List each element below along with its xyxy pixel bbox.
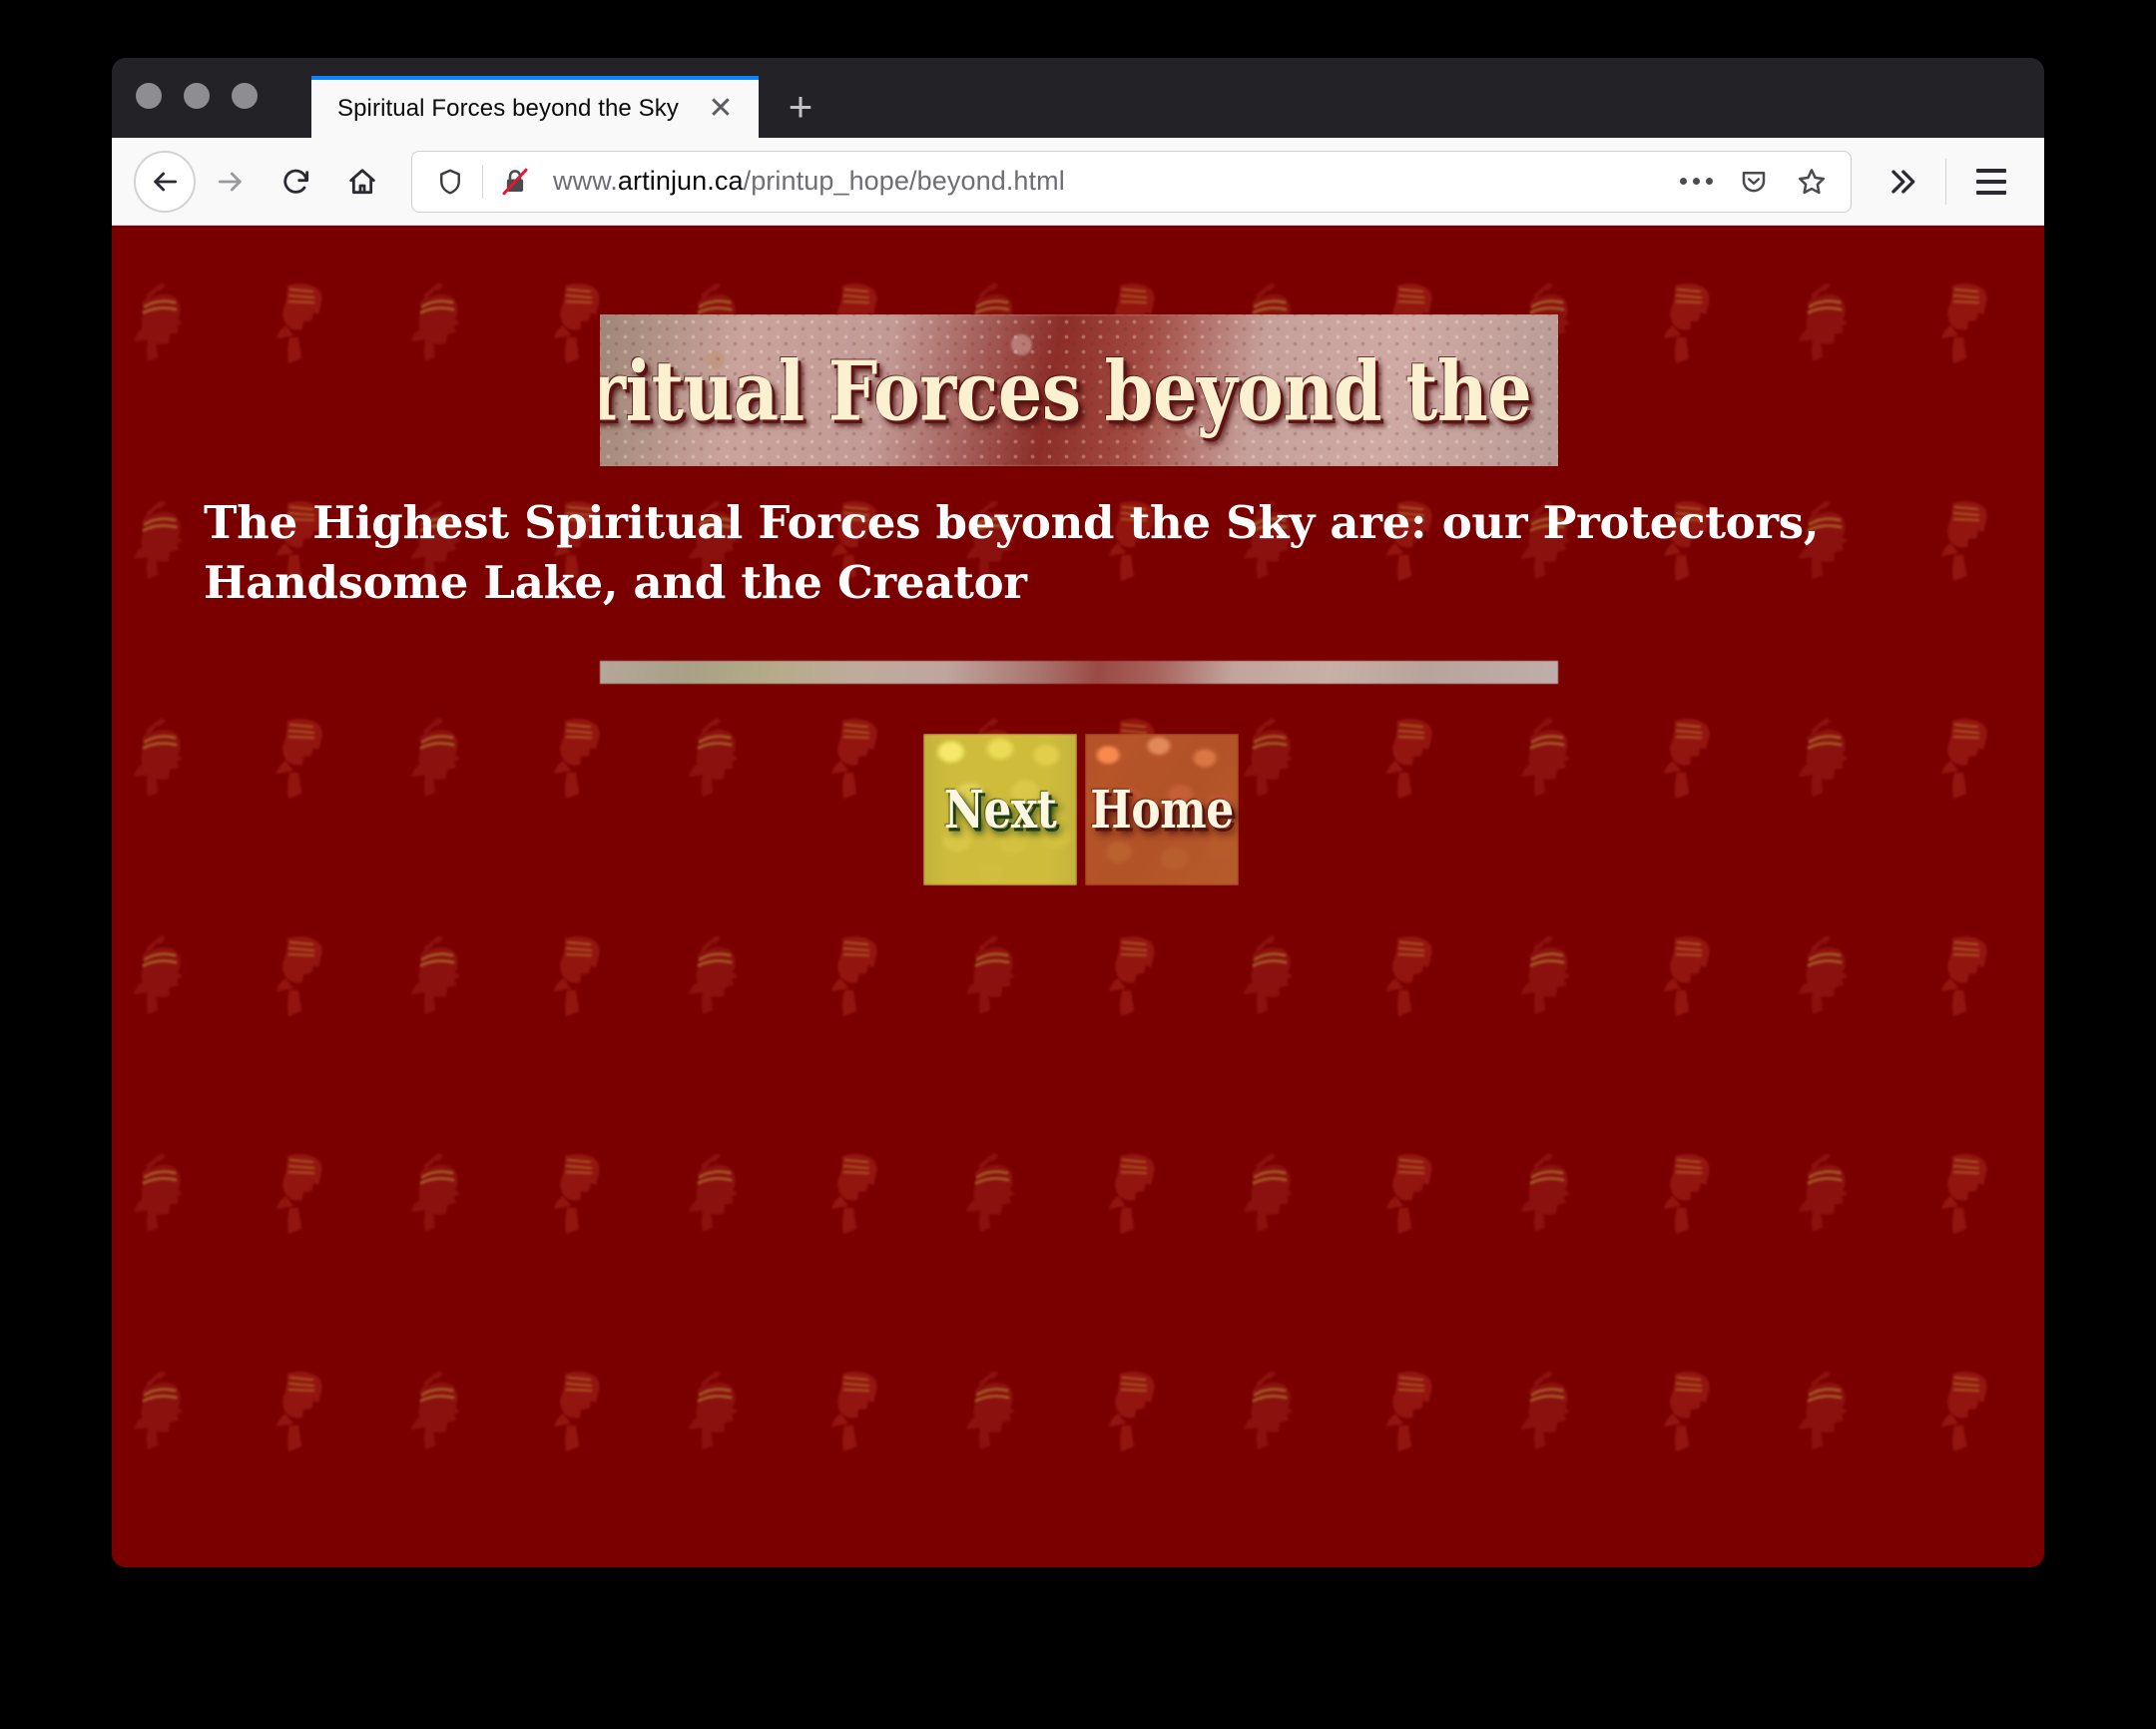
next-button-label: Next	[943, 779, 1057, 841]
navigation-button-row: Next Home	[112, 733, 2044, 885]
tracking-protection-shield-button[interactable]	[428, 167, 472, 197]
page-content: Spiritual Forces beyond the Sky The High…	[112, 226, 2044, 885]
url-bar-divider	[482, 164, 483, 199]
insecure-connection-icon	[502, 168, 528, 195]
reload-icon	[283, 169, 309, 194]
close-tab-icon[interactable]: ✕	[699, 87, 743, 131]
toolbar-right-buttons	[1870, 151, 2022, 213]
ellipsis-icon	[1679, 178, 1713, 185]
hamburger-menu-icon-line2	[1976, 179, 2006, 184]
page-actions-icon[interactable]	[1669, 155, 1723, 209]
page-banner-image: Spiritual Forces beyond the Sky	[600, 314, 1558, 466]
new-tab-button[interactable]: +	[769, 76, 832, 138]
hamburger-menu-icon-line3	[1976, 190, 2006, 195]
tab-title: Spiritual Forces beyond the Sky	[337, 95, 679, 122]
url-text: www.artinjun.ca/printup_hope/beyond.html	[553, 166, 1669, 197]
forward-button[interactable]	[200, 151, 262, 213]
browser-window: Spiritual Forces beyond the Sky ✕ + www.…	[112, 58, 2044, 1567]
home-button-label: Home	[1090, 779, 1234, 841]
hamburger-menu-button[interactable]	[1960, 151, 2022, 213]
overflow-chevron-button[interactable]	[1870, 151, 1931, 213]
page-viewport: Spiritual Forces beyond the Sky The High…	[112, 226, 2044, 1567]
tab-list: Spiritual Forces beyond the Sky ✕ +	[311, 76, 832, 138]
url-bar[interactable]: www.artinjun.ca/printup_hope/beyond.html	[411, 150, 1852, 213]
banner-divider-bar	[600, 660, 1558, 684]
hamburger-menu-icon	[1976, 168, 2006, 173]
toolbar-separator	[1945, 158, 1946, 205]
bookmark-star-icon	[1799, 168, 1825, 194]
url-path: /printup_hope/beyond.html	[743, 166, 1065, 196]
banner-title-text: Spiritual Forces beyond the Sky	[600, 341, 1558, 439]
window-controls	[136, 83, 258, 109]
overflow-chevron-icon	[1891, 169, 1915, 194]
close-window-button[interactable]	[136, 83, 162, 109]
minimize-window-button[interactable]	[184, 83, 210, 109]
home-button[interactable]	[331, 151, 393, 213]
insecure-connection-button[interactable]	[493, 167, 537, 197]
next-button[interactable]: Next	[923, 733, 1077, 885]
pocket-button[interactable]	[1727, 155, 1781, 209]
home-icon	[349, 168, 375, 194]
url-bar-actions	[1669, 155, 1839, 209]
back-button[interactable]	[134, 150, 196, 213]
url-prefix: www.	[553, 166, 618, 196]
bookmark-star-button[interactable]	[1785, 155, 1839, 209]
pocket-icon	[1742, 171, 1766, 192]
reload-button[interactable]	[266, 151, 327, 213]
tab-strip: Spiritual Forces beyond the Sky ✕ +	[112, 58, 2044, 138]
back-arrow-icon	[154, 172, 178, 191]
forward-arrow-icon	[218, 172, 242, 191]
navigation-toolbar: www.artinjun.ca/printup_hope/beyond.html	[112, 138, 2044, 226]
page-headline: The Highest Spiritual Forces beyond the …	[204, 496, 1820, 609]
zoom-window-button[interactable]	[232, 83, 258, 109]
url-host: artinjun.ca	[617, 166, 744, 196]
home-button[interactable]: Home	[1085, 733, 1239, 885]
tab-spiritual-forces[interactable]: Spiritual Forces beyond the Sky ✕	[311, 76, 759, 138]
shield-icon	[440, 169, 460, 194]
